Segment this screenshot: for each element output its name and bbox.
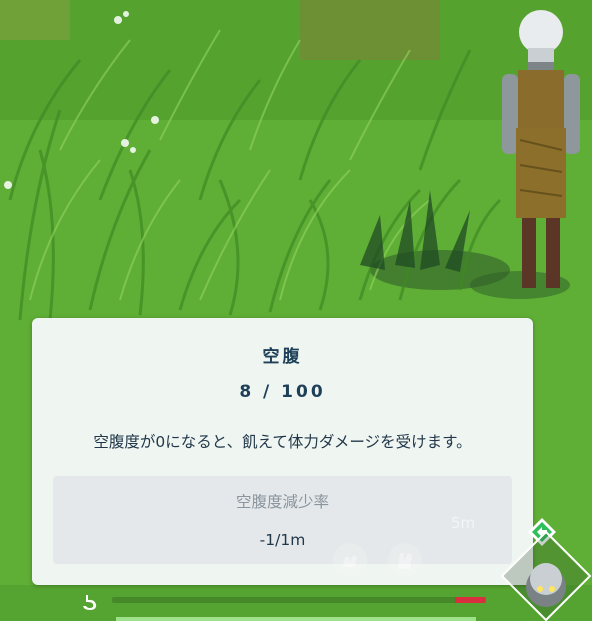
status-tooltip: 空腹 8 / 100 空腹度が0になると、飢えて体力ダメージを受けます。 空腹度…: [32, 318, 533, 585]
hunger-bar: [112, 597, 486, 603]
stat-value: -1/1m: [259, 531, 306, 549]
stat-label: 空腹度減少率: [235, 493, 329, 511]
hunger-value: 8 / 100: [239, 382, 326, 402]
action-icon-2[interactable]: [388, 543, 422, 577]
hunger-bar-fill: [455, 597, 485, 603]
stamina-bar: [116, 617, 476, 621]
action-icon-1[interactable]: [333, 543, 367, 577]
tooltip-description: 空腹度が0になると、飢えて体力ダメージを受けます。: [93, 433, 472, 451]
game-scene: 空腹 8 / 100 空腹度が0になると、飢えて体力ダメージを受けます。 空腹度…: [0, 0, 592, 621]
glove-icon: [398, 553, 412, 569]
tooltip-title: 空腹: [262, 347, 303, 367]
character-sprite: [502, 10, 580, 288]
stat-box: 空腹度減少率 -1/1m: [53, 476, 512, 564]
stomach-icon: [83, 595, 97, 610]
hand-icon: [343, 555, 357, 567]
character-portrait[interactable]: [499, 529, 592, 621]
distance-indicator: 5m: [451, 514, 476, 532]
